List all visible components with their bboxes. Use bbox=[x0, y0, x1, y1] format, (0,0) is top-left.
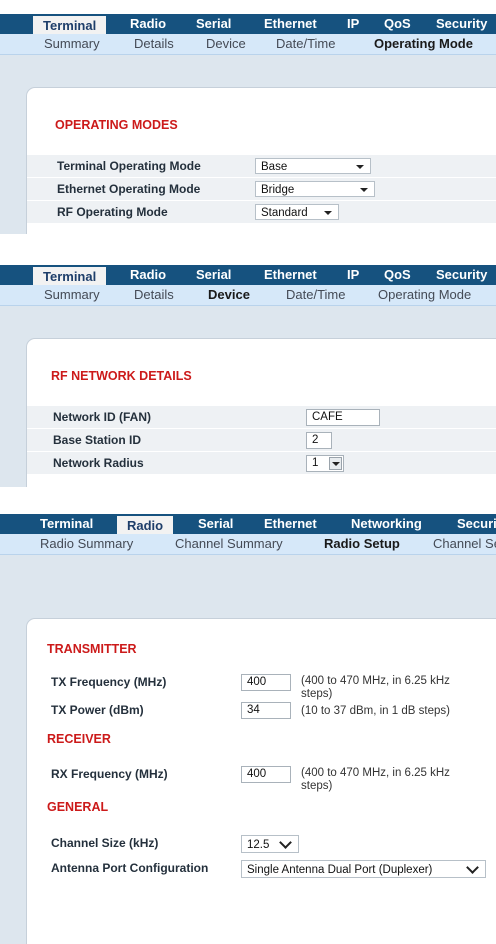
tab-ethernet[interactable]: Ethernet bbox=[264, 265, 317, 285]
sub-tab-bar: Summary Details Device Date/Time Operati… bbox=[0, 285, 496, 306]
tab-qos[interactable]: QoS bbox=[384, 14, 411, 34]
settings-card: OPERATING MODES Terminal Operating Mode … bbox=[26, 87, 496, 234]
tab-networking[interactable]: Networking bbox=[351, 514, 422, 534]
antenna-port-select[interactable]: Single Antenna Dual Port (Duplexer) bbox=[241, 860, 486, 878]
tab-ip[interactable]: IP bbox=[347, 14, 359, 34]
subtab-channel-summary[interactable]: Channel Summary bbox=[175, 534, 283, 554]
select-value: 1 bbox=[312, 457, 319, 469]
tx-frequency-hint-line2: steps) bbox=[301, 688, 333, 700]
tx-power-label: TX Power (dBm) bbox=[51, 703, 144, 717]
select-value: Bridge bbox=[261, 184, 295, 196]
tx-frequency-hint-line1: (400 to 470 MHz, in 6.25 kHz bbox=[301, 675, 450, 687]
rx-frequency-hint-line1: (400 to 470 MHz, in 6.25 kHz bbox=[301, 767, 450, 779]
content-area: TRANSMITTER TX Frequency (MHz) 400 (400 … bbox=[0, 555, 496, 944]
select-value: Base bbox=[261, 161, 288, 173]
subtab-summary[interactable]: Summary bbox=[44, 285, 100, 305]
base-station-id-row: Base Station ID 2 bbox=[27, 429, 496, 452]
network-id-label: Network ID (FAN) bbox=[53, 410, 152, 424]
ethernet-operating-mode-select[interactable]: Bridge bbox=[255, 181, 375, 197]
select-value: Standard bbox=[261, 207, 308, 219]
tab-serial[interactable]: Serial bbox=[196, 265, 231, 285]
tab-qos[interactable]: QoS bbox=[384, 265, 411, 285]
base-station-id-label: Base Station ID bbox=[53, 433, 142, 447]
device-panel: Terminal Radio Serial Ethernet IP QoS Se… bbox=[0, 265, 496, 487]
tab-ip[interactable]: IP bbox=[347, 265, 359, 285]
network-id-row: Network ID (FAN) CAFE bbox=[27, 406, 496, 429]
tab-serial[interactable]: Serial bbox=[196, 14, 231, 34]
rx-frequency-hint-line2: steps) bbox=[301, 780, 333, 792]
tx-frequency-label: TX Frequency (MHz) bbox=[51, 675, 167, 689]
tab-terminal[interactable]: Terminal bbox=[40, 514, 93, 534]
operating-mode-panel: Terminal Radio Serial Ethernet IP QoS Se… bbox=[0, 14, 496, 234]
terminal-operating-mode-select[interactable]: Base bbox=[255, 158, 371, 174]
sub-tab-bar: Radio Summary Channel Summary Radio Setu… bbox=[0, 534, 496, 555]
ethernet-operating-mode-label: Ethernet Operating Mode bbox=[57, 182, 201, 196]
channel-size-label: Channel Size (kHz) bbox=[51, 836, 159, 850]
terminal-operating-mode-row: Terminal Operating Mode Base bbox=[27, 155, 496, 178]
dropdown-arrow-icon bbox=[356, 165, 364, 169]
base-station-id-input[interactable]: 2 bbox=[306, 432, 332, 449]
tab-security[interactable]: Security bbox=[457, 514, 496, 534]
ethernet-operating-mode-row: Ethernet Operating Mode Bridge bbox=[27, 178, 496, 201]
tab-radio[interactable]: Radio bbox=[130, 14, 166, 34]
tx-frequency-input[interactable]: 400 bbox=[241, 674, 291, 691]
rx-frequency-label: RX Frequency (MHz) bbox=[51, 767, 168, 781]
rx-frequency-hint: (400 to 470 MHz, in 6.25 kHz steps) bbox=[301, 767, 450, 793]
select-value: 12.5 bbox=[247, 839, 270, 851]
dropdown-arrow-icon bbox=[360, 188, 368, 192]
network-radius-label: Network Radius bbox=[53, 456, 144, 470]
settings-card: TRANSMITTER TX Frequency (MHz) 400 (400 … bbox=[26, 618, 496, 944]
terminal-operating-mode-label: Terminal Operating Mode bbox=[57, 159, 201, 173]
dropdown-arrow-icon bbox=[324, 211, 332, 215]
general-title: GENERAL bbox=[47, 800, 109, 814]
main-tab-bar: Terminal Radio Serial Ethernet IP QoS Se… bbox=[0, 265, 496, 289]
chevron-down-icon bbox=[279, 836, 292, 849]
radio-setup-panel: Terminal Radio Serial Ethernet Networkin… bbox=[0, 514, 496, 944]
main-tab-bar: Terminal Radio Serial Ethernet IP QoS Se… bbox=[0, 14, 496, 38]
subtab-device[interactable]: Device bbox=[206, 34, 246, 54]
dropdown-arrow-icon bbox=[332, 462, 340, 466]
receiver-title: RECEIVER bbox=[47, 732, 111, 746]
section-title: OPERATING MODES bbox=[55, 118, 178, 132]
main-tab-bar: Terminal Radio Serial Ethernet Networkin… bbox=[0, 514, 496, 538]
subtab-details[interactable]: Details bbox=[134, 285, 174, 305]
rf-operating-mode-row: RF Operating Mode Standard bbox=[27, 201, 496, 224]
select-value: Single Antenna Dual Port (Duplexer) bbox=[247, 864, 433, 876]
subtab-details[interactable]: Details bbox=[134, 34, 174, 54]
tx-frequency-hint: (400 to 470 MHz, in 6.25 kHz steps) bbox=[301, 675, 450, 701]
network-id-input[interactable]: CAFE bbox=[306, 409, 380, 426]
subtab-date-time[interactable]: Date/Time bbox=[276, 34, 335, 54]
tab-security[interactable]: Security bbox=[436, 265, 487, 285]
tab-security[interactable]: Security bbox=[436, 14, 487, 34]
tx-power-hint: (10 to 37 dBm, in 1 dB steps) bbox=[301, 705, 450, 717]
tab-ethernet[interactable]: Ethernet bbox=[264, 14, 317, 34]
sub-tab-bar: Summary Details Device Date/Time Operati… bbox=[0, 34, 496, 55]
tab-ethernet[interactable]: Ethernet bbox=[264, 514, 317, 534]
subtab-radio-setup[interactable]: Radio Setup bbox=[324, 534, 400, 554]
content-area: OPERATING MODES Terminal Operating Mode … bbox=[0, 55, 496, 234]
rf-operating-mode-label: RF Operating Mode bbox=[57, 205, 168, 219]
subtab-radio-summary[interactable]: Radio Summary bbox=[40, 534, 133, 554]
channel-size-select[interactable]: 12.5 bbox=[241, 835, 299, 853]
subtab-operating-mode[interactable]: Operating Mode bbox=[378, 285, 471, 305]
subtab-summary[interactable]: Summary bbox=[44, 34, 100, 54]
tab-serial[interactable]: Serial bbox=[198, 514, 233, 534]
dropdown-button[interactable] bbox=[329, 457, 342, 470]
tab-radio[interactable]: Radio bbox=[130, 265, 166, 285]
antenna-port-label: Antenna Port Configuration bbox=[51, 861, 209, 875]
transmitter-title: TRANSMITTER bbox=[47, 642, 137, 656]
tx-power-input[interactable]: 34 bbox=[241, 702, 291, 719]
settings-card: RF NETWORK DETAILS Network ID (FAN) CAFE… bbox=[26, 338, 496, 487]
network-radius-row: Network Radius 1 bbox=[27, 452, 496, 475]
section-title: RF NETWORK DETAILS bbox=[51, 369, 192, 383]
subtab-device[interactable]: Device bbox=[208, 285, 250, 305]
rf-operating-mode-select[interactable]: Standard bbox=[255, 204, 339, 220]
subtab-date-time[interactable]: Date/Time bbox=[286, 285, 345, 305]
chevron-down-icon bbox=[466, 861, 479, 874]
subtab-operating-mode[interactable]: Operating Mode bbox=[374, 34, 473, 54]
rx-frequency-input[interactable]: 400 bbox=[241, 766, 291, 783]
subtab-channel-setup[interactable]: Channel Setup bbox=[433, 534, 496, 554]
network-radius-select[interactable]: 1 bbox=[306, 455, 344, 472]
content-area: RF NETWORK DETAILS Network ID (FAN) CAFE… bbox=[0, 306, 496, 487]
